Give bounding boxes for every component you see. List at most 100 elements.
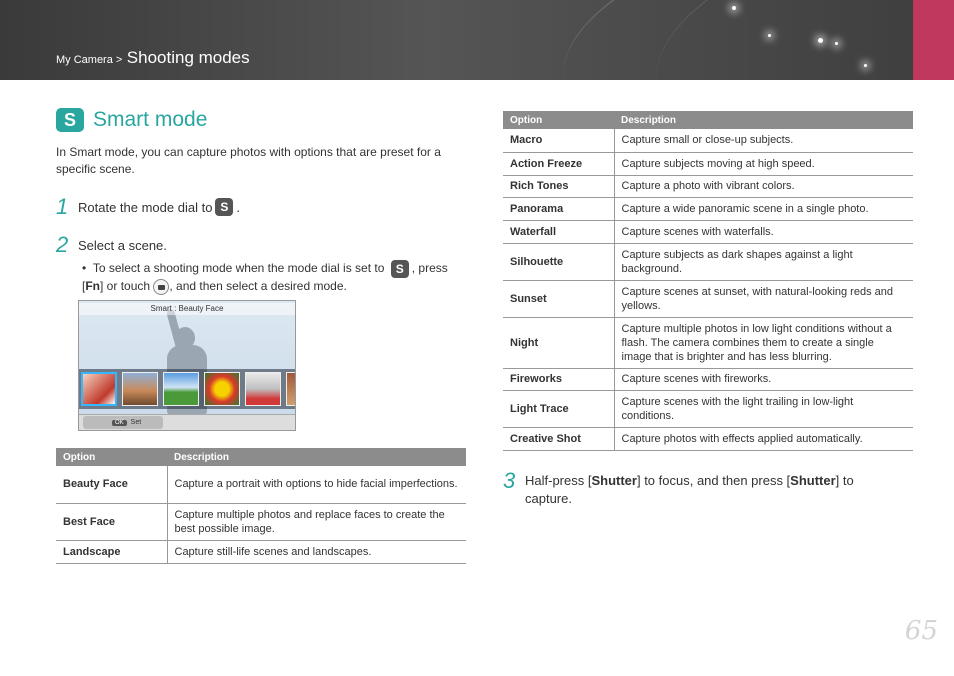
option-description: Capture a wide panoramic scene in a sing… <box>614 197 913 221</box>
table-row: Creative Shot Capture photos with effect… <box>503 427 913 451</box>
scene-thumbnail-beauty-face[interactable] <box>81 372 117 406</box>
option-description: Capture subjects moving at high speed. <box>614 152 913 176</box>
option-name: Panorama <box>503 197 615 221</box>
step-2: 2 Select a scene. <box>56 232 167 258</box>
option-description: Capture scenes with fireworks. <box>614 368 913 391</box>
bullet-text: To select a shooting mode when the mode … <box>92 261 385 276</box>
option-description: Capture small or close-up subjects. <box>614 129 913 153</box>
step-text-end: . <box>236 199 241 215</box>
breadcrumb-current: Shooting modes <box>126 48 250 67</box>
option-description: Capture scenes with the light trailing i… <box>614 390 913 428</box>
step-1: 1 Rotate the mode dial to S . <box>56 194 240 220</box>
step-text: Rotate the mode dial to <box>78 199 213 215</box>
option-name: Sunset <box>503 280 615 318</box>
table-row: Landscape Capture still-life scenes and … <box>56 540 466 564</box>
step-number: 2 <box>56 232 69 257</box>
column-header-option: Option <box>56 448 167 466</box>
table-header-row: Option Description <box>503 111 913 129</box>
light-dot <box>768 34 771 37</box>
smart-mode-icon: S <box>390 260 409 278</box>
step-text-part: Half-press [ <box>525 473 592 488</box>
table-row: Best Face Capture multiple photos and re… <box>56 503 466 541</box>
breadcrumb-parent[interactable]: My Camera > <box>56 54 122 66</box>
table-row: Silhouette Capture subjects as dark shap… <box>503 243 913 281</box>
header-accent-tab <box>913 0 954 80</box>
column-header-option: Option <box>503 111 614 129</box>
step-3: 3 Half-press [Shutter] to focus, and the… <box>503 468 893 508</box>
option-description: Capture multiple photos in low light con… <box>614 317 913 369</box>
step-text-part: ] to focus, and then press [ <box>636 473 791 488</box>
camera-screen-illustration: Smart : Beauty Face OK Set <box>78 300 296 431</box>
light-dot <box>732 6 736 10</box>
option-description: Capture a portrait with options to hide … <box>167 466 466 504</box>
table-row: Panorama Capture a wide panoramic scene … <box>503 197 913 221</box>
ok-key-label: OK <box>112 419 127 426</box>
step-number: 1 <box>56 194 69 219</box>
bullet-text: ] or touch <box>100 279 151 293</box>
set-label: Set <box>130 419 142 426</box>
option-name: Rich Tones <box>503 175 615 198</box>
option-name: Landscape <box>56 540 168 564</box>
option-name: Waterfall <box>503 220 615 244</box>
table-row: Night Capture multiple photos in low lig… <box>503 317 913 369</box>
option-name: Fireworks <box>503 368 615 391</box>
table-row: Action Freeze Capture subjects moving at… <box>503 152 913 176</box>
smart-mode-icon: S <box>56 108 84 132</box>
column-header-description: Description <box>614 111 913 129</box>
column-header-description: Description <box>167 448 466 466</box>
scene-thumbnail-best-face[interactable] <box>122 372 158 406</box>
intro-text: In Smart mode, you can capture photos wi… <box>56 145 441 176</box>
option-name: Light Trace <box>503 390 615 428</box>
light-dot <box>864 64 867 67</box>
option-name: Best Face <box>56 503 168 541</box>
light-dot <box>835 42 838 45</box>
scene-thumbnail-strip <box>79 369 295 409</box>
step-text: Select a scene. <box>78 237 167 253</box>
screen-mode-title: Smart : Beauty Face <box>79 303 295 315</box>
option-name: Beauty Face <box>56 466 168 504</box>
table-row: Sunset Capture scenes at sunset, with na… <box>503 280 913 318</box>
option-name: Macro <box>503 129 615 153</box>
page-number: 65 <box>904 616 938 646</box>
scene-thumbnail-landscape[interactable] <box>163 372 199 406</box>
option-description: Capture still-life scenes and landscapes… <box>167 540 466 564</box>
bullet-note: • To select a shooting mode when the mod… <box>82 260 470 295</box>
shutter-key-label: Shutter <box>790 473 836 488</box>
options-table-left: Option Description Beauty Face Capture a… <box>56 448 466 564</box>
option-name: Night <box>503 317 615 369</box>
bullet-marker-icon: • <box>82 261 93 276</box>
option-description: Capture a photo with vibrant colors. <box>614 175 913 198</box>
smart-mode-icon: S <box>215 198 234 216</box>
section-title: S Smart mode <box>56 108 207 132</box>
option-description: Capture scenes with waterfalls. <box>614 220 913 244</box>
option-description: Capture multiple photos and replace face… <box>167 503 466 541</box>
table-row: Beauty Face Capture a portrait with opti… <box>56 466 466 504</box>
camera-icon <box>153 278 170 295</box>
table-row: Rich Tones Capture a photo with vibrant … <box>503 175 913 198</box>
table-row: Light Trace Capture scenes with the ligh… <box>503 390 913 428</box>
scene-thumbnail-partial[interactable] <box>286 372 295 406</box>
page-title: Smart mode <box>93 108 208 131</box>
scene-thumbnail-macro[interactable] <box>204 372 240 406</box>
option-name: Creative Shot <box>503 427 615 451</box>
shutter-key-label: Shutter <box>591 473 637 488</box>
step-text: Half-press [Shutter] to focus, and then … <box>525 472 893 508</box>
screen-bottom-bar: OK Set <box>79 414 295 430</box>
scene-thumbnail-action-freeze[interactable] <box>245 372 281 406</box>
options-table-right: Option Description Macro Capture small o… <box>503 111 913 451</box>
header-banner: My Camera > Shooting modes <box>0 0 954 80</box>
option-name: Silhouette <box>503 243 615 281</box>
breadcrumb: My Camera > Shooting modes <box>56 48 250 68</box>
step-number: 3 <box>503 468 516 493</box>
option-description: Capture subjects as dark shapes against … <box>614 243 913 281</box>
table-row: Fireworks Capture scenes with fireworks. <box>503 368 913 391</box>
light-dot <box>818 38 823 43</box>
table-header-row: Option Description <box>56 448 466 466</box>
option-name: Action Freeze <box>503 152 615 176</box>
table-row: Waterfall Capture scenes with waterfalls… <box>503 220 913 244</box>
option-description: Capture scenes at sunset, with natural-l… <box>614 280 913 318</box>
bullet-text: , and then select a desired mode. <box>169 279 347 293</box>
ok-set-button[interactable]: OK Set <box>83 416 163 429</box>
fn-key-label: Fn <box>85 279 101 293</box>
option-description: Capture photos with effects applied auto… <box>614 427 913 451</box>
